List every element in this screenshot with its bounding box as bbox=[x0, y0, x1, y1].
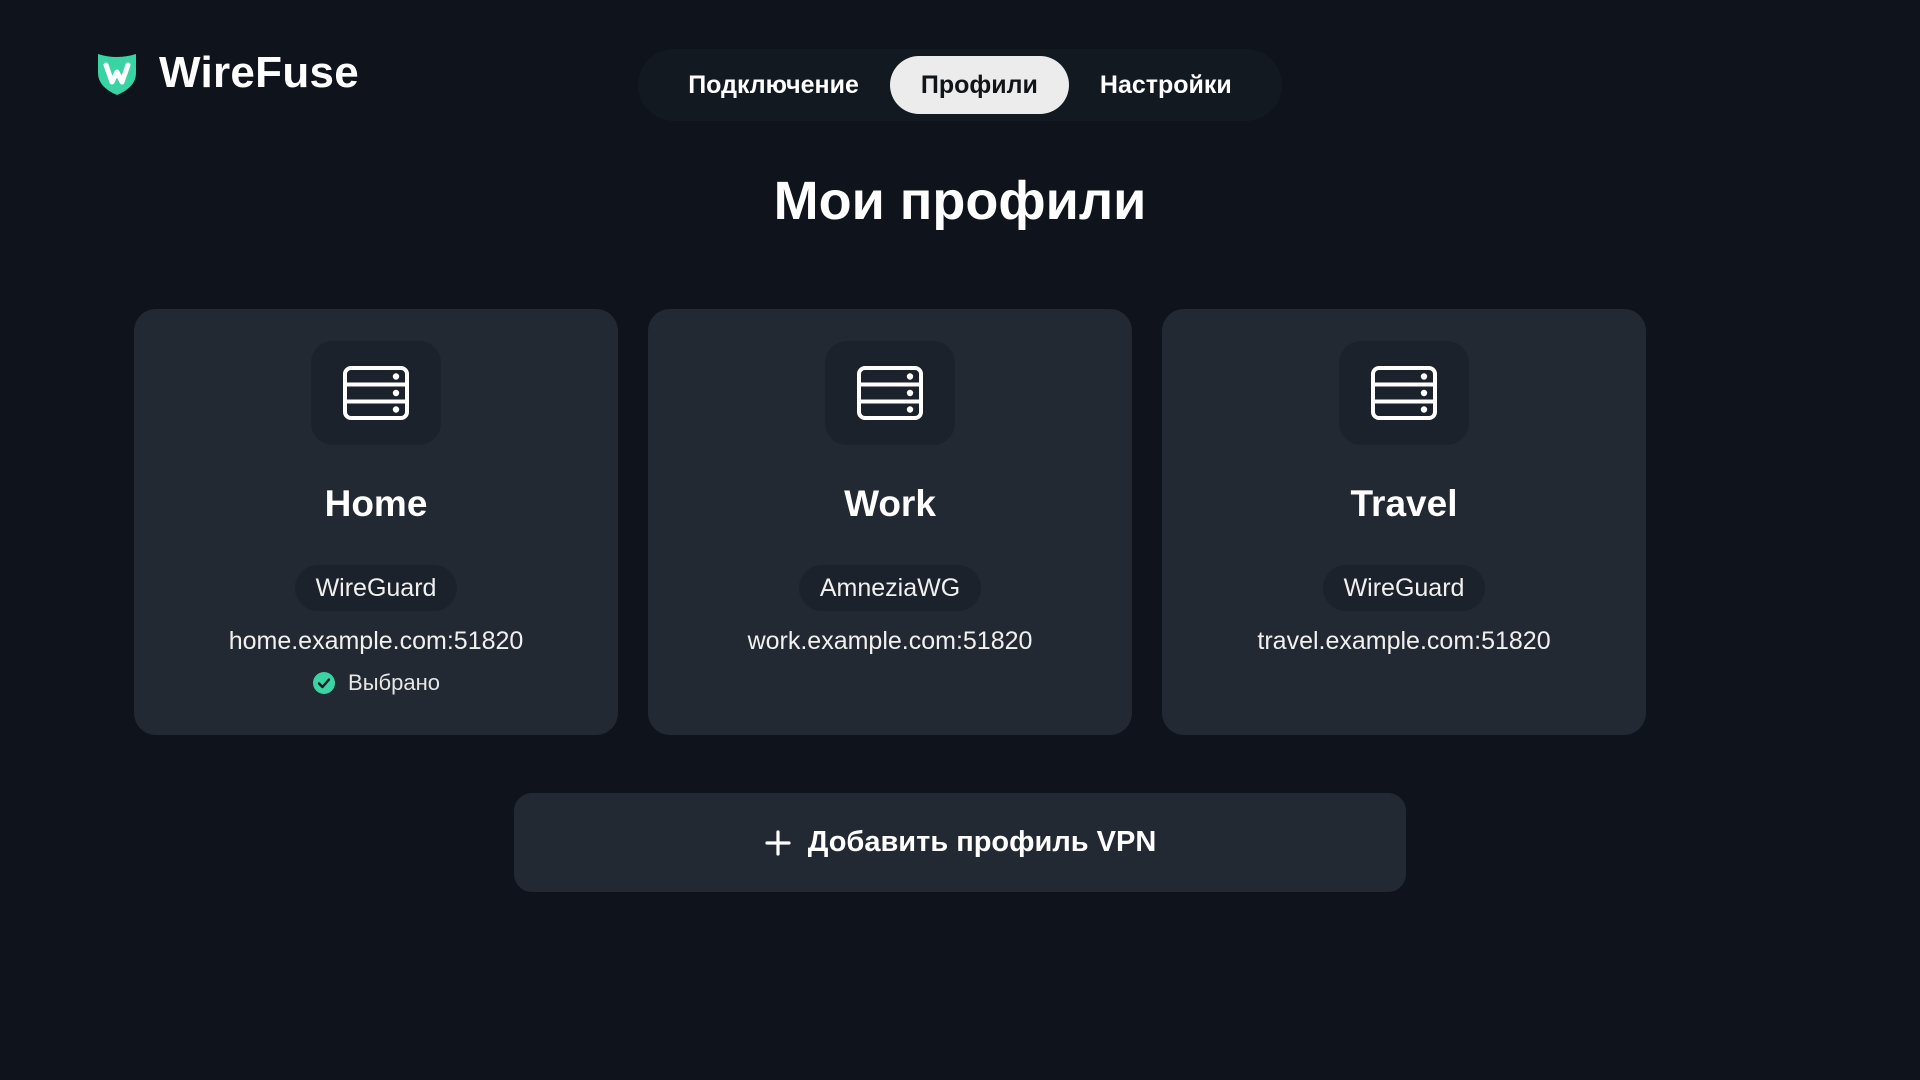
plus-icon bbox=[765, 829, 791, 856]
profile-card-home[interactable]: Home WireGuard home.example.com:51820 Вы… bbox=[134, 309, 618, 735]
app-name: WireFuse bbox=[159, 48, 360, 97]
profile-card-travel[interactable]: Travel WireGuard travel.example.com:5182… bbox=[1162, 309, 1646, 735]
page-title: Мои профили bbox=[773, 171, 1147, 231]
server-icon bbox=[857, 366, 923, 420]
profile-endpoint: home.example.com:51820 bbox=[228, 627, 524, 655]
profile-cards: Home WireGuard home.example.com:51820 Вы… bbox=[134, 309, 1646, 735]
server-icon bbox=[1371, 366, 1437, 420]
profile-name: Travel bbox=[1350, 483, 1458, 524]
add-profile-label: Добавить профиль VPN bbox=[807, 826, 1157, 858]
app-logo: WireFuse bbox=[93, 48, 359, 98]
tab-profiles[interactable]: Профили bbox=[889, 56, 1069, 114]
selected-label: Выбрано bbox=[348, 670, 440, 695]
selected-indicator: Выбрано bbox=[312, 670, 440, 696]
profile-name: Home bbox=[324, 483, 428, 524]
app-window: WireFuse Подключение Профили Настройки М… bbox=[0, 0, 1920, 1080]
server-icon bbox=[343, 366, 409, 420]
profile-card-work[interactable]: Work AmneziaWG work.example.com:51820 bbox=[648, 309, 1132, 735]
check-circle-icon bbox=[313, 672, 336, 694]
protocol-badge: WireGuard bbox=[1322, 565, 1486, 611]
tab-settings[interactable]: Настройки bbox=[1069, 56, 1263, 114]
server-icon-box bbox=[311, 341, 441, 445]
add-profile-button[interactable]: Добавить профиль VPN bbox=[514, 793, 1406, 892]
profile-endpoint: work.example.com:51820 bbox=[747, 627, 1033, 655]
protocol-badge: WireGuard bbox=[294, 565, 458, 611]
shield-w-logo-icon bbox=[98, 54, 136, 95]
protocol-badge: AmneziaWG bbox=[798, 565, 982, 611]
profile-endpoint: travel.example.com:51820 bbox=[1257, 627, 1551, 655]
server-icon-box bbox=[1339, 341, 1469, 445]
profile-name: Work bbox=[844, 483, 936, 524]
tab-connection[interactable]: Подключение bbox=[657, 56, 890, 114]
top-nav: Подключение Профили Настройки bbox=[638, 49, 1282, 121]
server-icon-box bbox=[825, 341, 955, 445]
